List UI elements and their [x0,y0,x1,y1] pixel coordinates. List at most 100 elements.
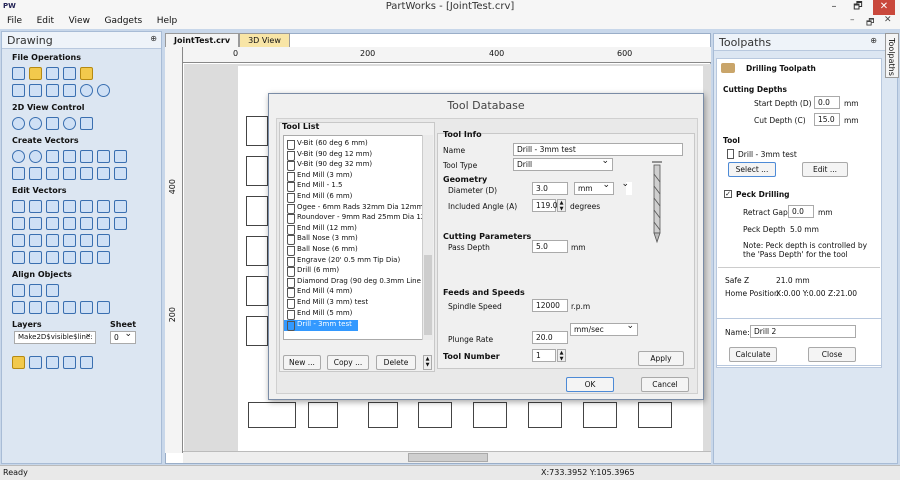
smooth-icon[interactable] [29,251,42,264]
part-vector[interactable] [528,402,562,428]
diameter-unit-select[interactable]: mm [574,180,614,195]
part-vector[interactable] [473,402,507,428]
menu-gadgets[interactable]: Gadgets [98,15,148,26]
align-vertical-icon[interactable] [46,284,59,297]
close-toolpath-button[interactable]: Close [808,347,856,362]
dimension-icon[interactable] [46,167,59,180]
part-vector[interactable] [246,156,268,186]
part-vector[interactable] [583,402,617,428]
scroll-thumb[interactable] [408,453,488,462]
mdi-restore-button[interactable]: 🗗 [866,15,874,31]
layer-manager-icon[interactable] [63,356,76,369]
ellipse-icon[interactable] [29,150,42,163]
curve-fit-icon[interactable] [80,251,93,264]
subtract-icon[interactable] [29,234,42,247]
calculate-button[interactable]: Calculate [729,347,777,362]
part-vector[interactable] [246,236,268,266]
close-vector-icon[interactable] [12,251,25,264]
paste-icon[interactable] [63,84,76,97]
list-item[interactable]: V-Bit (60 deg 6 mm) [284,139,432,150]
new-file-icon[interactable] [12,67,25,80]
list-item[interactable]: Roundover - 9mm Rad 25mm Dia 12mm [284,213,432,224]
dogbone-icon[interactable] [63,167,76,180]
fit-view-icon[interactable] [80,117,93,130]
group-icon[interactable] [97,217,110,230]
edit-tool-button[interactable]: Edit ... [802,162,848,177]
apply-button[interactable]: Apply [638,351,684,366]
horizontal-scrollbar[interactable] [183,451,711,463]
part-vector[interactable] [246,196,268,226]
redo-icon[interactable] [97,84,110,97]
list-item[interactable]: End Mill (5 mm) [284,309,432,320]
peck-drilling-checkbox[interactable]: ✓ [724,190,732,198]
chamfer-icon[interactable] [63,251,76,264]
fillet-icon[interactable] [80,167,93,180]
circle-icon[interactable] [12,150,25,163]
lightbulb-icon[interactable] [12,356,25,369]
menu-view[interactable]: View [62,15,95,26]
curve-icon[interactable] [80,150,93,163]
rotate-icon[interactable] [46,217,59,230]
list-item[interactable]: End Mill - 1.5 [284,181,432,192]
tool-list[interactable]: V-Bit (60 deg 6 mm) V-Bit (90 deg 12 mm)… [283,135,433,340]
list-item[interactable]: Engrave (20' 0.5 mm Tip Dia) [284,256,432,267]
tool-list-scrollbar[interactable] [422,135,433,340]
fillet-edit-icon[interactable] [46,251,59,264]
align-left-icon[interactable] [12,301,25,314]
tool-number-input[interactable]: 1 [532,349,556,362]
align-right-icon[interactable] [29,301,42,314]
node-delete-icon[interactable] [63,200,76,213]
cut-icon[interactable] [29,84,42,97]
part-vector[interactable] [638,402,672,428]
tool-number-stepper[interactable]: ▲ ▼ [557,349,566,362]
list-item[interactable]: Ogee - 6mm Rads 32mm Dia 12mm Deep [284,203,432,214]
start-depth-input[interactable]: 0.0 [814,96,840,109]
part-vector[interactable] [246,316,268,346]
job-setup-icon[interactable] [12,84,25,97]
retract-gap-input[interactable]: 0.0 [788,205,814,218]
list-item[interactable]: End Mill (6 mm) [284,192,432,203]
part-vector[interactable] [418,402,452,428]
move-icon[interactable] [12,217,25,230]
menu-edit[interactable]: Edit [30,15,59,26]
select-tool-button[interactable]: Select ... [728,162,776,177]
open-file-icon[interactable] [29,67,42,80]
copy-icon[interactable] [46,84,59,97]
cancel-button[interactable]: Cancel [641,377,689,392]
list-item[interactable]: V-Bit (90 deg 12 mm) [284,150,432,161]
close-button[interactable]: ✕ [873,0,895,15]
list-item[interactable]: Diamond Drag (90 deg 0.3mm Line Width [284,277,432,288]
part-vector[interactable] [248,402,296,428]
part-vector[interactable] [246,276,268,306]
scale-icon[interactable] [29,217,42,230]
undo-icon[interactable] [80,84,93,97]
polyline-icon[interactable] [63,150,76,163]
ungroup-icon[interactable] [114,217,127,230]
node-edit-icon[interactable] [29,200,42,213]
measure-icon[interactable] [97,251,110,264]
toolpaths-side-tab[interactable]: Toolpaths [885,33,899,78]
pass-depth-input[interactable]: 5.0 [532,240,568,253]
tab-3d-view[interactable]: 3D View [239,33,290,47]
distribute-v-icon[interactable] [97,301,110,314]
part-vector[interactable] [246,116,268,146]
distribute-h-icon[interactable] [80,301,93,314]
sheet-select[interactable]: 0 [110,329,136,344]
angle-stepper[interactable]: ▲ ▼ [557,199,566,212]
layer-color-icon[interactable] [29,356,42,369]
align-horizontal-icon[interactable] [29,284,42,297]
cut-depth-input[interactable]: 15.0 [814,113,840,126]
polygon-icon[interactable] [97,150,110,163]
list-item-selected[interactable]: Drill - 3mm test [284,320,358,331]
new-tool-button[interactable]: New ... [283,355,321,370]
scissors-icon[interactable] [114,200,127,213]
zoom-selected-icon[interactable] [63,117,76,130]
text-icon[interactable] [12,167,25,180]
align-top-icon[interactable] [46,301,59,314]
node-add-icon[interactable] [46,200,59,213]
tab-jointtest[interactable]: JointTest.crv [165,33,240,47]
trim-icon[interactable] [97,200,110,213]
join-icon[interactable] [80,234,93,247]
list-item[interactable]: Ball Nose (6 mm) [284,245,432,256]
layer-select[interactable]: Make2D$visible$line: [14,331,96,344]
